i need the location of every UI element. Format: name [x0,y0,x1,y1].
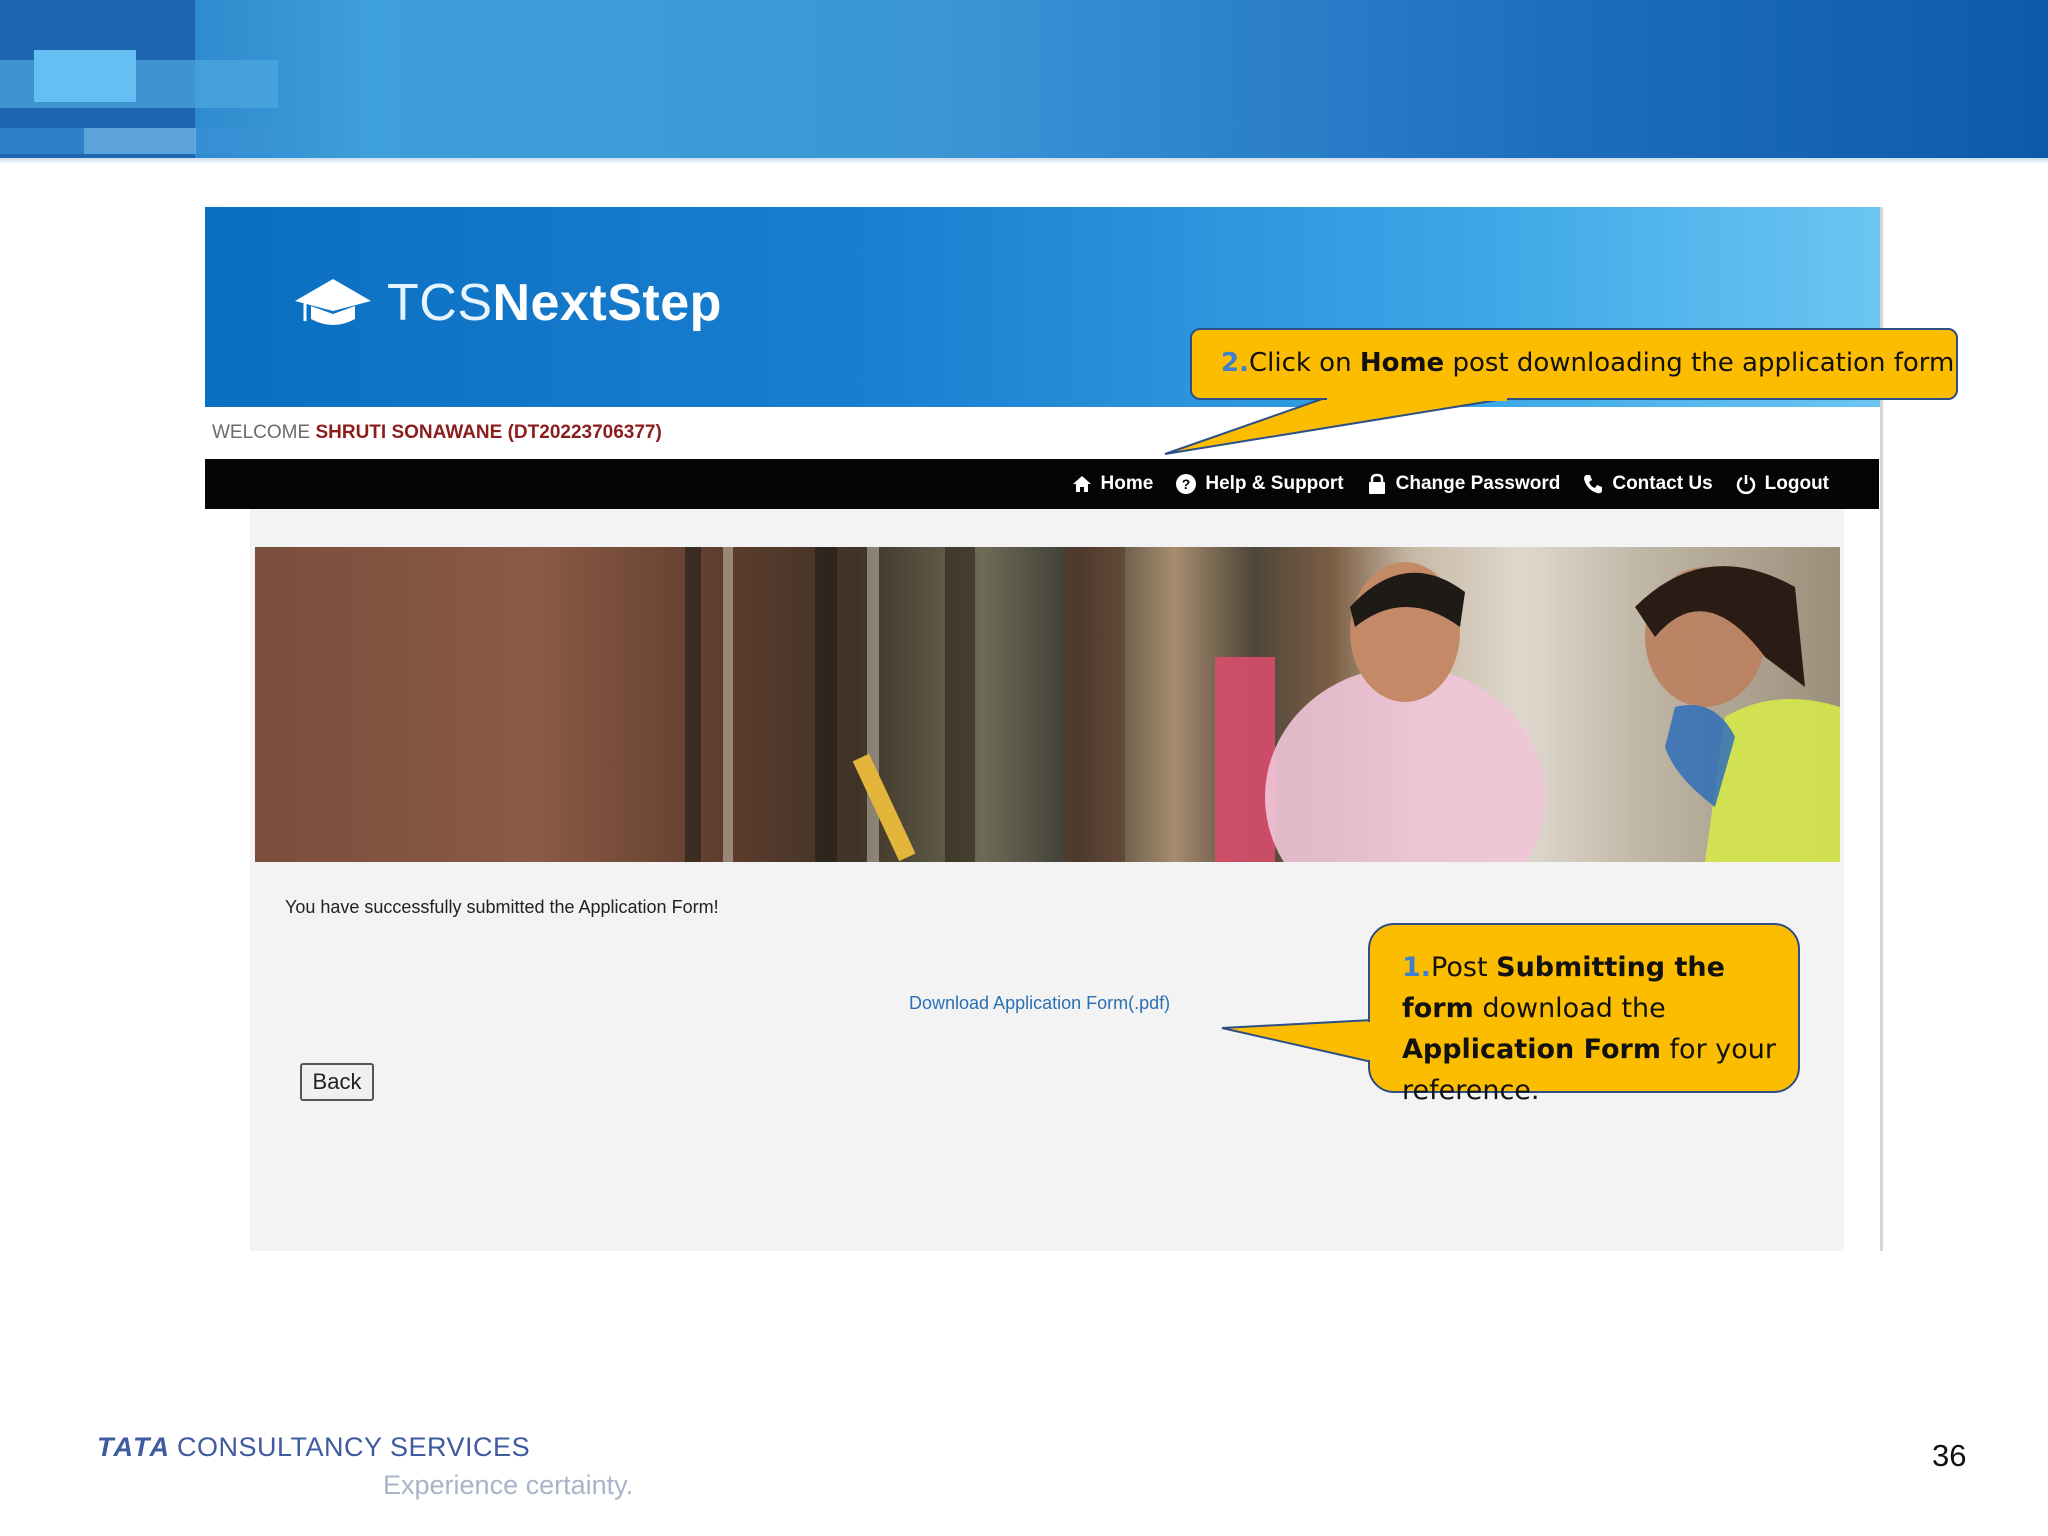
graduation-cap-icon [295,279,371,325]
tcs-company-name: TATA CONSULTANCY SERVICES [97,1432,530,1463]
nav-contact-label: Contact Us [1612,473,1713,494]
phone-icon [1584,475,1603,494]
download-application-form-link[interactable]: Download Application Form(.pdf) [909,993,1170,1014]
nav-home[interactable]: Home [1071,473,1154,495]
welcome-prefix: WELCOME [212,422,311,443]
tcs-nextstep-logo: TCSNextStep [293,273,722,333]
callout-download-number: 1. [1402,952,1432,983]
nav-help-label: Help & Support [1205,473,1344,494]
slide-number: 36 [1932,1438,1967,1473]
help-icon: ? [1176,474,1197,494]
callout-click-home: 2.Click on Home post downloading the app… [1190,328,1958,400]
hero-photo [685,547,1840,862]
logo-text: TCSNextStep [387,273,722,333]
banner-shadow [0,158,2048,164]
callout-download-tail-join [1367,1022,1371,1060]
banner-tile [84,128,196,154]
callout-download-mid: download the [1473,993,1666,1024]
tcs-footer-logo: TATA CONSULTANCY SERVICES Experience cert… [97,1432,633,1500]
slide-banner [0,0,2048,164]
callout-home-number: 2. [1221,348,1249,378]
tcs-tata-wordmark: TATA [97,1432,171,1462]
tcs-company-text: CONSULTANCY SERVICES [176,1432,531,1462]
top-navbar: Home ? Help & Support Change Password Co… [205,459,1879,509]
callout-download-bold2: Application Form [1402,1034,1661,1065]
callout-home-pre: Click on [1248,348,1360,378]
nav-logout-label: Logout [1764,473,1829,494]
nav-change-password[interactable]: Change Password [1366,473,1561,495]
welcome-username: SHRUTI SONAWANE (DT20223706377) [315,422,662,443]
tcs-tagline: Experience certainty. [383,1470,634,1500]
callout-download-form: 1.Post Submitting the form download the … [1368,923,1800,1106]
nav-change-password-label: Change Password [1395,473,1561,494]
callout-download-pre: Post [1431,952,1497,983]
svg-text:?: ? [1182,476,1191,492]
hero-banner-image [255,547,1840,862]
nav-logout[interactable]: Logout [1735,473,1829,495]
logo-text-bold: NextStep [492,274,722,332]
nav-contact-us[interactable]: Contact Us [1582,473,1713,495]
callout-home-post: post downloading the application form [1444,348,1955,378]
nav-home-label: Home [1100,473,1154,494]
success-message: You have successfully submitted the Appl… [285,897,719,917]
nav-help-support[interactable]: ? Help & Support [1175,473,1344,495]
callout-home-bold: Home [1359,348,1445,378]
back-button[interactable]: Back [300,1063,374,1101]
power-icon [1736,475,1755,495]
lock-icon [1368,473,1385,494]
home-icon [1072,476,1091,492]
callout-home-tail-join [1327,397,1507,401]
logo-text-light: TCS [387,274,493,332]
welcome-text: WELCOME SHRUTI SONAWANE (DT20223706377) [212,422,662,444]
banner-tile [34,50,136,102]
